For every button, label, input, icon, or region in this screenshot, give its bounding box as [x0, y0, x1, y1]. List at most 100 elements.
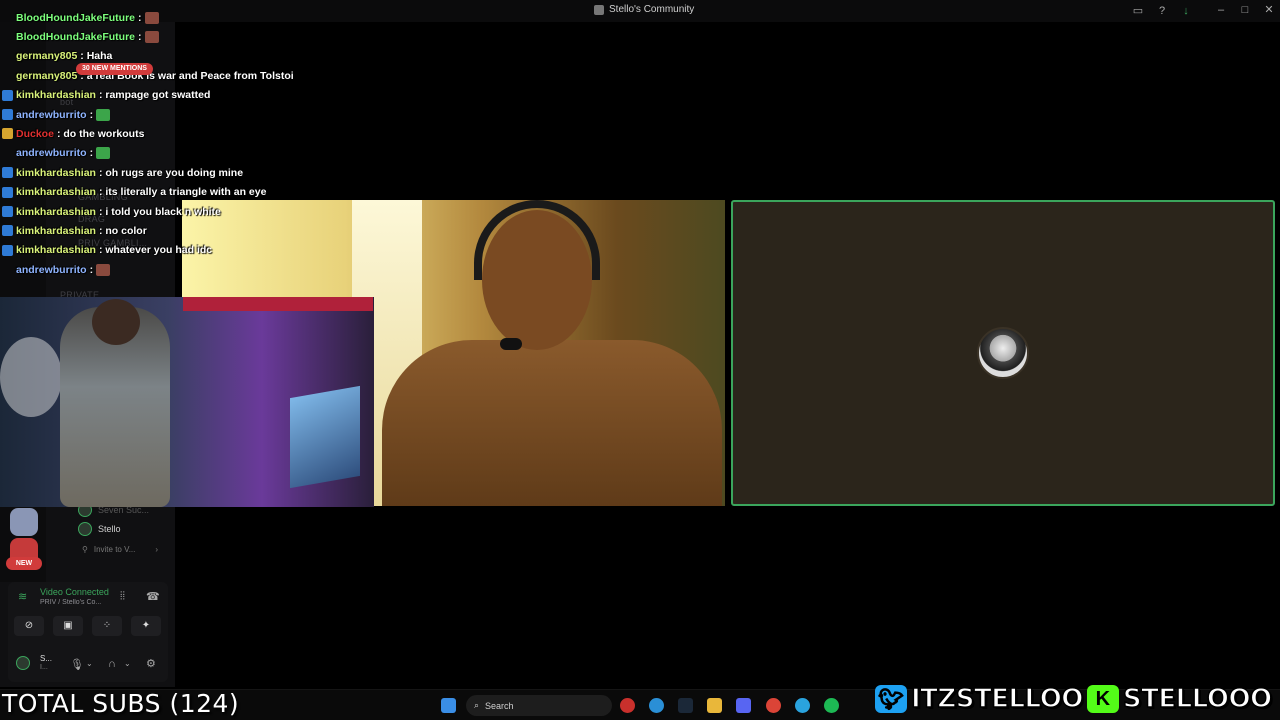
chat-text: : [89, 263, 94, 276]
chat-text: : i told you black n white [98, 205, 221, 218]
chat-emote-icon [96, 108, 111, 121]
add-user-icon: ⚲ [82, 545, 88, 554]
chat-text: : its literally a triangle with an eye [98, 186, 267, 199]
telegram-icon[interactable] [795, 698, 810, 713]
voice-channel[interactable]: PRIV / Stello's Co... [40, 599, 112, 606]
chat-text: : [89, 147, 94, 160]
chat-username[interactable]: kimkhardashian [16, 89, 96, 101]
chat-badge-icon [2, 89, 13, 101]
chat-emote-icon [96, 263, 111, 276]
chrome-icon[interactable] [766, 698, 781, 713]
chevron-down-icon[interactable]: ⌄ [86, 659, 93, 668]
close-button[interactable]: ✕ [1263, 4, 1275, 16]
avatar[interactable] [16, 656, 30, 670]
edge-icon[interactable] [649, 698, 664, 713]
file-explorer-icon[interactable] [707, 698, 722, 713]
download-icon[interactable]: ↓ [1180, 5, 1192, 17]
chat-badge-icon [2, 264, 13, 275]
windows-start-icon[interactable] [441, 698, 456, 713]
invite-to-voice-button[interactable]: ⚲ Invite to V... › [82, 545, 158, 554]
camera-off-button[interactable]: ⊘ [14, 616, 44, 636]
search-placeholder: Search [485, 700, 514, 711]
monitor-screen [290, 385, 360, 489]
chat-username[interactable]: kimkhardashian [16, 167, 96, 179]
chat-username[interactable]: kimkhardashian [16, 225, 96, 237]
inbox-icon[interactable]: ▭ [1132, 5, 1144, 17]
chat-message: BloodHoundJakeFuture: [2, 9, 159, 26]
chat-badge-icon [2, 12, 13, 23]
new-mentions-pill[interactable]: 30 NEW MENTIONS [76, 63, 153, 75]
headphones-icon[interactable]: ∩ [108, 658, 116, 670]
chat-text: : whatever you had idc [98, 244, 213, 257]
chat-username[interactable]: andrewburrito [16, 109, 87, 121]
window-title: Stello's Community [594, 4, 694, 15]
voice-member[interactable]: Stello [78, 522, 121, 536]
minimize-button[interactable]: – [1215, 4, 1227, 16]
app-icon[interactable] [620, 698, 635, 713]
chat-username[interactable]: germany805 [16, 70, 77, 82]
person-head [92, 299, 140, 345]
chat-username[interactable]: andrewburrito [16, 147, 87, 159]
chat-username[interactable]: kimkhardashian [16, 186, 96, 198]
chat-username[interactable]: germany805 [16, 50, 77, 62]
chat-username[interactable]: Duckoe [16, 128, 54, 140]
social-handles: 🐦︎ ITZSTELLOO K STELLOOO [875, 683, 1273, 715]
chevron-down-icon[interactable]: ⌄ [124, 659, 131, 668]
avatar [78, 522, 92, 536]
microphone-icon [500, 338, 522, 350]
signal-icon[interactable]: ≋ [18, 590, 27, 603]
stream-screen: Stello's Community ▭ ? ↓ – □ ✕ bot GAMBL… [0, 0, 1280, 720]
help-icon[interactable]: ? [1156, 5, 1168, 17]
chevron-right-icon: › [155, 545, 159, 554]
window-title-text: Stello's Community [609, 4, 695, 15]
chat-message: BloodHoundJakeFuture: [2, 28, 159, 45]
chat-badge-icon [2, 31, 13, 42]
chat-text: : [138, 11, 142, 24]
video-tile-avatar-only[interactable] [731, 200, 1275, 506]
voice-connection-panel: ≋ Video Connected PRIV / Stello's Co... … [8, 582, 168, 682]
chat-message: kimkhardashian: i told you black n white [2, 203, 221, 220]
chat-message: andrewburrito: [2, 261, 111, 278]
mic-icon[interactable]: 🎙︎ [70, 658, 84, 671]
chat-username[interactable]: kimkhardashian [16, 244, 96, 256]
chat-badge-icon [2, 225, 13, 237]
chat-username[interactable]: kimkhardashian [16, 206, 96, 218]
chat-text: : [138, 30, 142, 43]
chat-username[interactable]: BloodHoundJakeFuture [16, 31, 135, 43]
chat-text: : rampage got swatted [98, 89, 211, 102]
chat-username[interactable]: andrewburrito [16, 264, 87, 276]
server-icon[interactable] [10, 508, 38, 536]
chat-username[interactable]: BloodHoundJakeFuture [16, 12, 135, 24]
chat-badge-icon [2, 148, 13, 159]
chat-badge-icon [2, 167, 13, 179]
screen-share-button[interactable]: ▣ [53, 616, 83, 636]
twitter-icon: 🐦︎ [875, 685, 907, 713]
twitter-handle: ITZSTELLOO [910, 683, 1084, 715]
chat-message: kimkhardashian: no color [2, 222, 147, 239]
spotify-icon[interactable] [824, 698, 839, 713]
server-logo-icon [594, 4, 604, 15]
chat-message: kimkhardashian: its literally a triangle… [2, 184, 266, 201]
voice-member-name: Stello [98, 524, 121, 534]
chat-message: Duckoe: do the workouts [2, 125, 144, 142]
video-tile-secondary[interactable] [0, 297, 374, 507]
chat-badge-icon [2, 206, 13, 217]
kick-handle: STELLOOO [1122, 683, 1273, 715]
disconnect-icon[interactable]: ☎ [146, 590, 160, 603]
voice-status[interactable]: Video Connected [40, 587, 112, 597]
headset-icon [474, 200, 600, 280]
soundboard-button[interactable]: ✦ [131, 616, 161, 636]
chat-text: : no color [98, 224, 147, 237]
maximize-button[interactable]: □ [1239, 4, 1251, 16]
chat-text: : oh rugs are you doing mine [98, 166, 244, 179]
discord-icon[interactable] [736, 698, 751, 713]
chat-emote-icon [144, 11, 159, 24]
activities-button[interactable]: ⁘ [92, 616, 122, 636]
settings-icon[interactable]: ⚙ [146, 657, 156, 670]
noise-suppression-icon[interactable]: ⦙⦙ [120, 590, 125, 603]
chat-message: andrewburrito: [2, 145, 111, 162]
chat-message: kimkhardashian: whatever you had idc [2, 242, 212, 259]
taskbar-search[interactable]: ⌕ Search [466, 695, 612, 716]
window-titlebar: Stello's Community ▭ ? ↓ – □ ✕ [0, 0, 1280, 22]
steam-icon[interactable] [678, 698, 693, 713]
